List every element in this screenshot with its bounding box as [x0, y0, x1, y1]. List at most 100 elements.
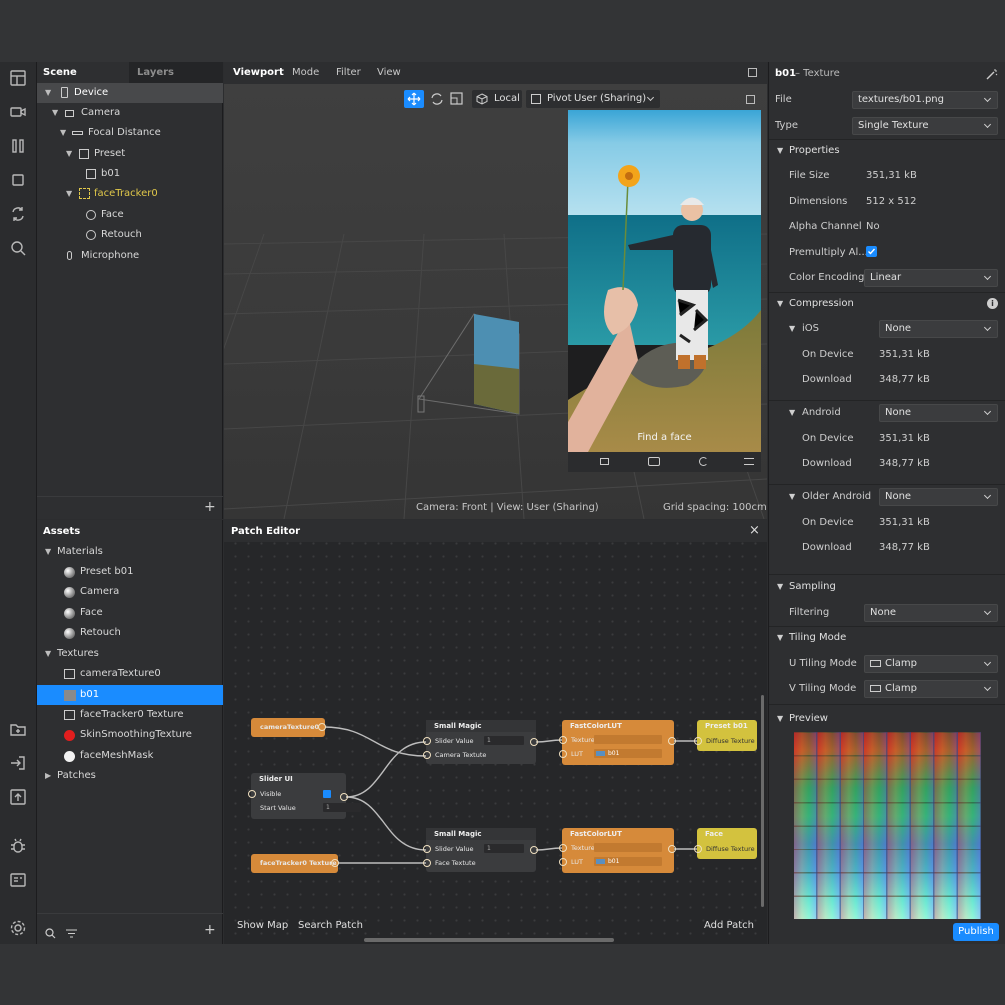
simulator-select[interactable]: User (Sharing)	[574, 93, 646, 104]
ios-compression-select[interactable]: None	[879, 320, 998, 338]
vertical-scrollbar[interactable]	[761, 695, 764, 907]
search-icon[interactable]	[8, 238, 28, 258]
u-tiling-select[interactable]: Clamp	[864, 655, 998, 673]
output-port[interactable]	[668, 737, 676, 745]
properties-section[interactable]: ▼ Properties	[769, 140, 1005, 162]
columns-icon[interactable]	[8, 136, 28, 156]
tab-layers[interactable]: Layers	[129, 62, 223, 84]
scene-item-face[interactable]: Face	[37, 205, 223, 225]
node-fastcolorlut-2[interactable]: FastColorLUT Texture LUT b01	[559, 828, 676, 873]
simulator-popout-icon[interactable]	[746, 95, 755, 104]
scene-item-microphone[interactable]: Microphone	[37, 246, 223, 266]
flip-camera-icon[interactable]	[699, 457, 708, 466]
asset-material[interactable]: Face	[37, 603, 223, 623]
file-field[interactable]: textures/b01.png	[852, 91, 998, 109]
popout-icon[interactable]	[748, 68, 757, 77]
node-preset-b01[interactable]: Preset b01 Diffuse Texture	[694, 720, 757, 751]
input-port[interactable]	[423, 751, 431, 759]
video-icon[interactable]	[600, 458, 609, 465]
scene-item-preset[interactable]: ▼ Preset	[37, 144, 223, 164]
node-camera-texture[interactable]: cameraTexture0	[251, 718, 326, 737]
sampling-section[interactable]: ▼ Sampling	[769, 576, 1005, 598]
screenshot-icon[interactable]	[648, 457, 660, 466]
add-patch-button[interactable]: Add Patch	[704, 920, 754, 931]
sync-icon[interactable]	[8, 204, 28, 224]
input-port[interactable]	[559, 750, 567, 758]
scene-item-retouch[interactable]: Retouch	[37, 225, 223, 245]
add-asset-button[interactable]: +	[204, 922, 216, 938]
search-patch-button[interactable]: Search Patch	[298, 920, 363, 931]
move-tool-button[interactable]	[404, 90, 424, 108]
filter-icon[interactable]	[66, 929, 77, 938]
input-port[interactable]	[423, 845, 431, 853]
input-port[interactable]	[694, 737, 702, 745]
output-port[interactable]	[331, 859, 339, 867]
input-port[interactable]	[248, 790, 256, 798]
input-port[interactable]	[559, 736, 567, 744]
v-tiling-select[interactable]: Clamp	[864, 680, 998, 698]
scale-tool-button[interactable]	[448, 90, 466, 108]
simulator-preview[interactable]: Find a face	[568, 110, 761, 472]
scene-item-facetracker0[interactable]: ▼ faceTracker0	[37, 184, 223, 204]
layout-icon[interactable]	[8, 68, 28, 88]
output-port[interactable]	[318, 723, 326, 731]
input-port[interactable]	[559, 844, 567, 852]
start-value-field[interactable]: 1	[323, 803, 361, 812]
upload-icon[interactable]	[8, 787, 28, 807]
publish-button[interactable]: Publish	[953, 923, 999, 941]
output-port[interactable]	[530, 846, 538, 854]
tab-viewport[interactable]: Viewport	[233, 67, 284, 78]
output-port[interactable]	[668, 845, 676, 853]
node-small-magic-1[interactable]: Small Magic Slider Value 1 Camera Textut…	[423, 720, 538, 764]
add-folder-icon[interactable]	[8, 719, 28, 739]
node-slider-ui[interactable]: Slider UI Visible Start Value 1	[248, 773, 361, 819]
search-icon[interactable]	[45, 928, 56, 939]
node-small-magic-2[interactable]: Small Magic Slider Value 1 Face Textute	[423, 828, 538, 872]
scene-item-focal-distance[interactable]: ▼ Focal Distance	[37, 123, 223, 143]
tab-view[interactable]: View	[377, 67, 401, 78]
square-icon[interactable]	[8, 170, 28, 190]
asset-texture[interactable]: cameraTexture0	[37, 664, 223, 684]
input-port[interactable]	[423, 737, 431, 745]
scene-item-device[interactable]: ▼ Device	[37, 83, 223, 103]
asset-texture[interactable]: faceTracker0 Texture	[37, 705, 223, 725]
preview-section[interactable]: ▼ Preview	[769, 708, 1005, 730]
add-object-button[interactable]: +	[204, 499, 216, 515]
assets-textures-group[interactable]: ▼ Textures	[37, 644, 223, 664]
node-facetracker-texture[interactable]: faceTracker0 Texture	[251, 854, 339, 873]
rotate-tool-button[interactable]	[428, 90, 446, 108]
console-icon[interactable]	[8, 870, 28, 890]
type-select[interactable]: Single Texture	[852, 117, 998, 135]
android-compression-select[interactable]: None	[879, 404, 998, 422]
tab-scene[interactable]: Scene	[37, 62, 129, 84]
color-encoding-select[interactable]: Linear	[864, 269, 998, 287]
asset-texture-selected[interactable]: b01	[37, 685, 223, 705]
output-port[interactable]	[340, 793, 348, 801]
compression-section[interactable]: ▼ Compression	[769, 293, 1005, 315]
output-port[interactable]	[530, 738, 538, 746]
assets-patches-group[interactable]: ▶ Patches	[37, 766, 223, 786]
horizontal-scrollbar[interactable]	[364, 938, 614, 942]
filtering-select[interactable]: None	[864, 604, 998, 622]
older-android-compression-select[interactable]: None	[879, 488, 998, 506]
scene-item-camera[interactable]: ▼ Camera	[37, 103, 223, 123]
tab-filter[interactable]: Filter	[336, 67, 361, 78]
asset-texture[interactable]: SkinSmoothingTexture	[37, 725, 223, 745]
input-port[interactable]	[423, 859, 431, 867]
asset-material[interactable]: Preset b01	[37, 562, 223, 582]
tiling-mode-section[interactable]: ▼ Tiling Mode	[769, 627, 1005, 649]
import-icon[interactable]	[8, 753, 28, 773]
bug-icon[interactable]	[8, 836, 28, 856]
menu-icon[interactable]	[744, 458, 754, 465]
input-port[interactable]	[559, 858, 567, 866]
magic-wand-icon[interactable]	[986, 68, 998, 80]
assets-materials-group[interactable]: ▼ Materials	[37, 542, 223, 562]
pivot-button[interactable]: Pivot User (Sharing)	[526, 90, 660, 108]
settings-icon[interactable]	[8, 918, 28, 938]
info-icon[interactable]: i	[987, 298, 998, 309]
node-face[interactable]: Face Diffuse Texture	[694, 828, 757, 859]
premultiply-checkbox[interactable]	[866, 246, 877, 257]
node-fastcolorlut-1[interactable]: FastColorLUT Texture LUT b01	[559, 720, 676, 765]
visible-checkbox[interactable]	[323, 790, 331, 798]
scene-item-b01[interactable]: b01	[37, 164, 223, 184]
